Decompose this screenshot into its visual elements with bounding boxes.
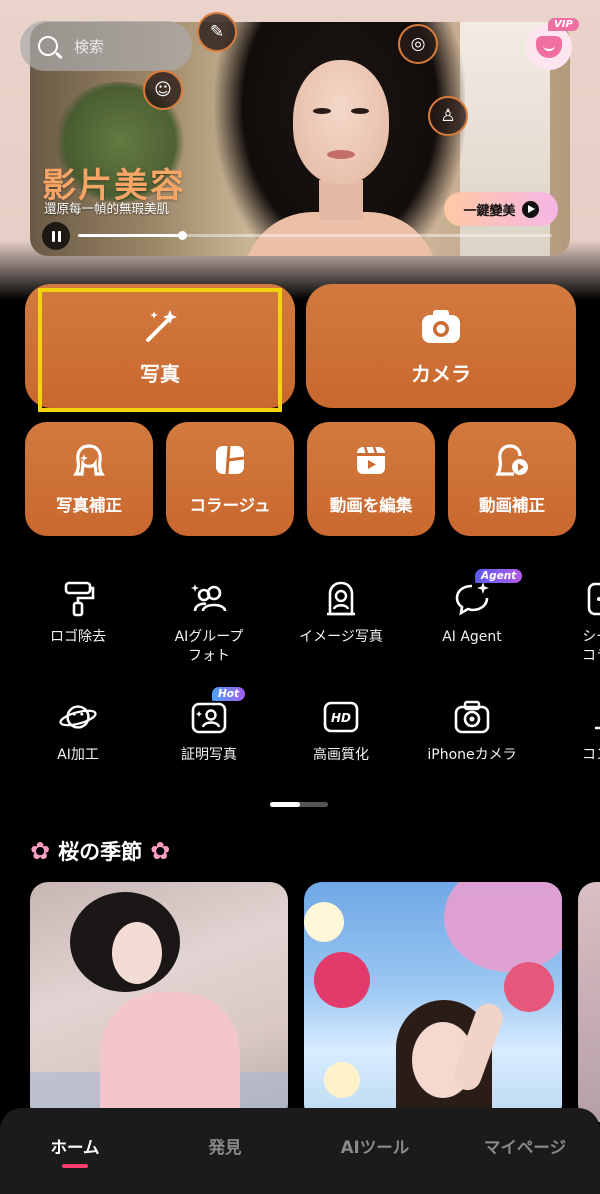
tool-image-photo[interactable]: イメージ写真: [276, 580, 406, 647]
tool-label: シーム コラー: [582, 629, 600, 664]
collage-icon: [216, 445, 245, 475]
body-effect-icon[interactable]: ♙: [428, 96, 468, 136]
portrait-frame-icon: [327, 581, 355, 616]
agent-badge: Agent: [475, 569, 523, 583]
search-input[interactable]: 検索: [20, 21, 192, 71]
tool-ai-group-photo[interactable]: AIグループ フォト: [144, 580, 274, 666]
hot-badge: Hot: [212, 687, 246, 701]
face-retouch-icon: [73, 444, 105, 476]
sakura-card-1[interactable]: [30, 882, 288, 1122]
tool-label: 高画質化: [313, 747, 369, 763]
tool-ai-agent[interactable]: Agent AI Agent: [407, 569, 537, 647]
tool-label: 証明写真: [181, 747, 237, 763]
face-scan-icon[interactable]: ◎: [398, 24, 438, 64]
hd-icon: HD: [323, 701, 359, 733]
vip-tag: VIP: [548, 18, 579, 31]
play-icon: [521, 200, 539, 218]
banner-subtitle: 還原每一幀的無瑕美肌: [44, 201, 170, 216]
face-effect-icon[interactable]: ☺: [143, 70, 183, 110]
video-edit-button[interactable]: 動画を編集: [307, 422, 435, 536]
search-icon: [38, 36, 58, 56]
tool-label: iPhoneカメラ: [427, 747, 517, 763]
bottom-navigation: ホーム 発見 AIツール マイページ: [0, 1108, 600, 1194]
camera-label: カメラ: [411, 361, 471, 386]
one-key-beautify-button[interactable]: 一鍵變美: [444, 192, 558, 226]
microscope-icon: [595, 726, 600, 730]
photo-retouch-button[interactable]: 写真補正: [25, 422, 153, 536]
active-tab-indicator: [62, 1164, 88, 1168]
tool-label: コンテ: [582, 747, 600, 763]
vip-heart-icon: [536, 36, 562, 58]
video-retouch-label: 動画補正: [479, 496, 545, 515]
one-key-label: 一鍵變美: [463, 203, 516, 219]
section-title: ✿ 桜の季節 ✿: [30, 836, 170, 866]
chat-sparkle-icon: [455, 582, 489, 616]
search-placeholder: 検索: [74, 37, 105, 56]
progress-fill: [78, 234, 183, 237]
tool-label: ロゴ除去: [50, 629, 106, 645]
planet-icon: [59, 705, 97, 729]
sakura-card-3[interactable]: [578, 882, 600, 1122]
video-retouch-icon: [495, 444, 528, 476]
tool-hd-upscale[interactable]: HD 高画質化: [276, 698, 406, 765]
wand-effect-icon[interactable]: ✎: [197, 12, 237, 52]
seamless-collage-icon: [587, 582, 600, 616]
sakura-card-2[interactable]: [304, 882, 562, 1122]
sakura-icon: ✿: [30, 837, 51, 865]
tool-label: AIグループ フォト: [174, 629, 244, 664]
tool-conte[interactable]: コンテ: [538, 698, 600, 765]
video-edit-icon: [357, 446, 385, 474]
camera-icon: [422, 309, 460, 343]
pause-button[interactable]: [42, 222, 70, 250]
nav-my-page[interactable]: マイページ: [450, 1134, 600, 1158]
collage-label: コラージュ: [189, 496, 271, 515]
sakura-icon: ✿: [150, 837, 171, 865]
iphone-camera-icon: [454, 700, 490, 734]
photo-retouch-label: 写真補正: [56, 496, 122, 515]
tool-id-photo[interactable]: Hot 証明写真: [144, 687, 274, 765]
paint-roller-icon: [64, 581, 95, 617]
camera-button[interactable]: カメラ: [306, 284, 576, 408]
playback-progress[interactable]: [78, 231, 552, 240]
svg-text:HD: HD: [331, 711, 351, 725]
tool-iphone-camera[interactable]: iPhoneカメラ: [407, 698, 537, 765]
video-retouch-button[interactable]: 動画補正: [448, 422, 576, 536]
group-photo-icon: [191, 584, 227, 612]
video-edit-label: 動画を編集: [329, 496, 413, 515]
nav-ai-tools[interactable]: AIツール: [300, 1134, 450, 1158]
tool-seamless-collage[interactable]: シーム コラー: [538, 580, 600, 666]
id-photo-icon: [191, 702, 227, 734]
tool-label: イメージ写真: [299, 629, 383, 645]
collage-button[interactable]: コラージュ: [166, 422, 294, 536]
page-indicator: [270, 802, 328, 807]
nav-discover[interactable]: 発見: [150, 1134, 300, 1158]
tool-ai-edit[interactable]: AI加工: [13, 698, 143, 765]
tool-logo-remove[interactable]: ロゴ除去: [13, 580, 143, 647]
nav-home[interactable]: ホーム: [0, 1134, 150, 1158]
tool-label: AI加工: [57, 747, 99, 763]
tool-label: AI Agent: [442, 629, 502, 645]
section-title-text: 桜の季節: [58, 840, 143, 864]
selection-highlight: [38, 288, 282, 412]
